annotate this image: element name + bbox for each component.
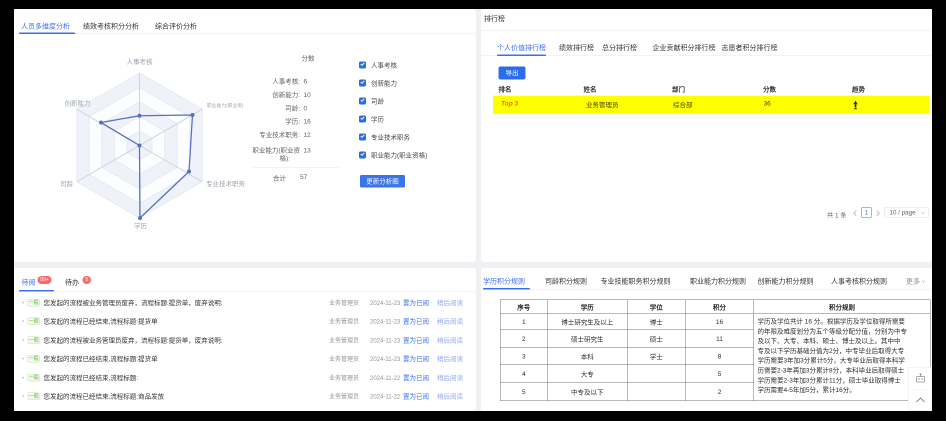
svg-text:创新能力: 创新能力	[65, 99, 91, 108]
svg-text:学历: 学历	[134, 221, 148, 230]
svg-text:人事考核: 人事考核	[127, 57, 154, 66]
svg-text:司龄: 司龄	[60, 179, 74, 188]
svg-text:专业技术职务: 专业技术职务	[206, 179, 246, 188]
